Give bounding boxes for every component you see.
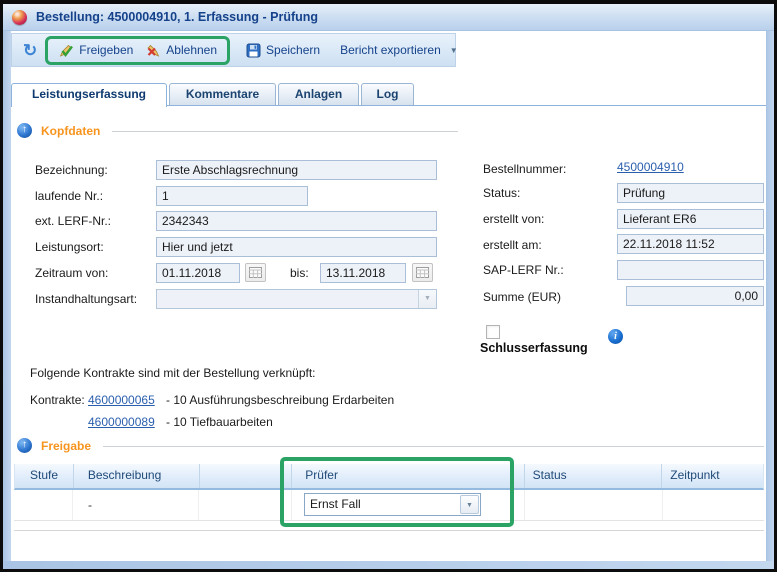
tab-log[interactable]: Log [361,83,414,105]
freigeben-button[interactable]: Freigeben [52,41,139,60]
laufende-nr-input[interactable] [156,186,308,206]
freigabe-section-line [103,446,764,447]
speichern-label: Speichern [266,43,320,57]
titlebar: Bestellung: 4500004910, 1. Erfassung - P… [3,4,774,31]
cell-beschreibung: - [73,490,199,520]
leistungsort-input[interactable] [156,237,437,257]
cell-empty [199,490,292,520]
column-header-zeitpunkt[interactable]: Zeitpunkt [662,464,763,488]
window-frame-left [3,31,11,569]
instandhaltungsart-label: Instandhaltungsart: [35,292,137,306]
erstellt-von-label: erstellt von: [483,212,544,226]
window-frame-right [766,31,774,569]
erstellt-am-label: erstellt am: [483,238,542,252]
kopfdaten-section-line [112,131,458,132]
approve-pencil-check-icon [58,43,74,58]
chevron-down-icon: ▼ [418,290,436,308]
cell-zeitpunkt [663,490,764,520]
zeitraum-von-label: Zeitraum von: [35,266,108,280]
calendar-icon[interactable] [412,263,433,282]
schlusserfassung-label: Schlusserfassung [480,341,588,355]
kontrakt-description: - 10 Ausführungsbeschreibung Erdarbeiten [166,393,394,407]
summe-eur-label: Summe (EUR) [483,290,561,304]
app-icon [12,10,27,25]
freigabe-section-title: Freigabe [41,439,91,453]
kopfdaten-collapse-icon[interactable]: ↑ [17,123,32,138]
tab-kommentare[interactable]: Kommentare [169,83,276,105]
bericht-exportieren-label: Bericht exportieren [340,43,441,57]
kontrakt-link[interactable]: 4600000089 [88,415,155,429]
up-arrow-icon: ↑ [22,439,27,450]
kontrakt-link[interactable]: 4600000065 [88,393,155,407]
kontrakte-intro: Folgende Kontrakte sind mit der Bestellu… [30,366,316,380]
tab-anlagen[interactable]: Anlagen [278,83,359,105]
window-border-left [0,0,3,572]
ext-lerf-nr-label: ext. LERF-Nr.: [35,214,111,228]
bis-label: bis: [290,266,309,280]
calendar-icon[interactable] [245,263,266,282]
pruefer-combobox[interactable]: Ernst Fall ▼ [304,493,481,516]
status-input[interactable] [617,183,764,203]
erstellt-von-input[interactable] [617,209,764,229]
pruefer-selected-value: Ernst Fall [310,494,361,515]
zeitraum-bis-input[interactable] [320,263,406,283]
tabstrip: Leistungserfassung Kommentare Anlagen Lo… [11,83,766,106]
chevron-down-icon: ▼ [450,46,458,55]
status-label: Status: [483,186,520,200]
window-title: Bestellung: 4500004910, 1. Erfassung - P… [36,10,318,24]
column-header-empty[interactable] [200,464,293,488]
freigeben-label: Freigeben [79,43,133,57]
bestellnummer-label: Bestellnummer: [483,162,566,176]
save-floppy-icon [246,43,261,58]
info-icon[interactable]: i [608,329,623,344]
instandhaltungsart-combobox[interactable]: ▼ [156,289,437,309]
zeitraum-von-input[interactable] [156,263,240,283]
laufende-nr-label: laufende Nr.: [35,189,103,203]
schlusserfassung-checkbox[interactable] [486,325,500,339]
tab-leistungserfassung[interactable]: Leistungserfassung [11,83,167,107]
toolbar: ↻ Freigeben Ablehnen [11,33,456,67]
column-header-stufe[interactable]: Stufe [15,464,74,488]
kopfdaten-section-title: Kopfdaten [41,124,100,138]
window-border-top [0,0,777,4]
sap-lerf-nr-label: SAP-LERF Nr.: [483,263,564,277]
leistungsort-label: Leistungsort: [35,240,104,254]
speichern-button[interactable]: Speichern [240,41,326,60]
refresh-icon: ↻ [23,42,37,59]
ablehnen-label: Ablehnen [166,43,217,57]
cell-status [525,490,663,520]
cell-stufe [14,490,73,520]
bericht-exportieren-button[interactable]: Bericht exportieren ▼ [334,41,464,59]
reject-pencil-cross-icon [145,43,161,58]
ablehnen-button[interactable]: Ablehnen [139,41,223,60]
freigabe-table: Stufe Beschreibung Prüfer Status Zeitpun… [14,464,764,531]
chevron-down-icon: ▼ [460,495,479,514]
application-window: Bestellung: 4500004910, 1. Erfassung - P… [0,0,777,572]
kontrakt-description: - 10 Tiefbauarbeiten [166,415,273,429]
freigabe-collapse-icon[interactable]: ↑ [17,438,32,453]
window-frame-bottom [3,561,774,569]
summe-eur-input[interactable] [626,286,764,306]
sap-lerf-nr-input[interactable] [617,260,764,280]
up-arrow-icon: ↑ [22,124,27,135]
bestellnummer-link[interactable]: 4500004910 [617,160,684,174]
erstellt-am-input[interactable] [617,234,764,254]
bezeichnung-input[interactable] [156,160,437,180]
column-header-beschreibung[interactable]: Beschreibung [74,464,200,488]
refresh-button[interactable]: ↻ [17,40,43,61]
table-header-row: Stufe Beschreibung Prüfer Status Zeitpun… [14,464,764,490]
column-header-pruefer[interactable]: Prüfer [292,464,524,488]
kontrakte-label: Kontrakte: [30,393,85,407]
highlight-annotation-toolbar: Freigeben Ablehnen [45,36,230,65]
ext-lerf-nr-input[interactable] [156,211,437,231]
bezeichnung-label: Bezeichnung: [35,163,108,177]
column-header-status[interactable]: Status [525,464,663,488]
